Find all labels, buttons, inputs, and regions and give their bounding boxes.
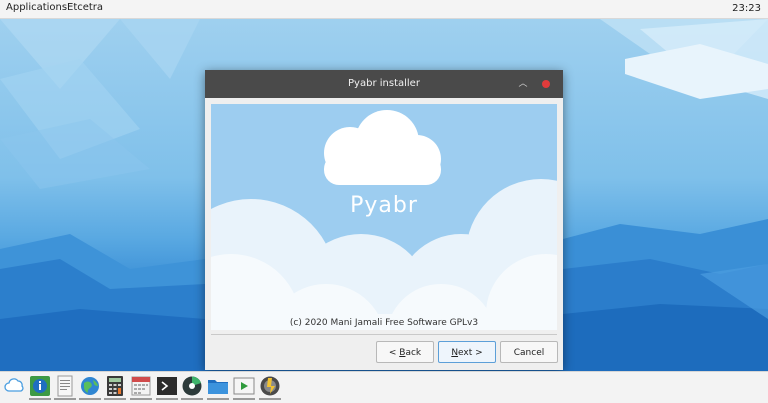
calculator-icon[interactable] xyxy=(104,375,126,400)
info-icon[interactable] xyxy=(29,375,51,400)
back-button[interactable]: < Back xyxy=(376,341,434,363)
terminal-icon[interactable] xyxy=(156,375,178,400)
cloud-logo-icon xyxy=(324,110,441,185)
button-divider xyxy=(211,334,557,335)
next-button[interactable]: Next > xyxy=(438,341,496,363)
copyright-text: (c) 2020 Mani Jamali Free Software GPLv3 xyxy=(289,318,479,328)
browser-globe-icon[interactable] xyxy=(79,375,101,400)
file-manager-icon[interactable] xyxy=(207,375,229,400)
window-titlebar[interactable]: Pyabr installer ︿ xyxy=(205,70,563,98)
installer-icon[interactable] xyxy=(259,375,281,400)
text-editor-icon[interactable] xyxy=(54,375,76,400)
calendar-icon[interactable] xyxy=(130,375,152,400)
cloud-icon[interactable] xyxy=(4,375,26,397)
close-icon[interactable] xyxy=(542,80,550,88)
window-title: Pyabr installer xyxy=(348,78,420,89)
taskbar xyxy=(0,371,768,403)
minimize-icon[interactable]: ︿ xyxy=(516,77,530,91)
disk-usage-icon[interactable] xyxy=(181,375,203,400)
installer-banner: Pyabr (c) 2020 Mani Jamali Free Software… xyxy=(211,104,557,330)
clock[interactable]: 23:23 xyxy=(732,3,761,14)
top-panel: Applications Etcetra 23:23 xyxy=(0,0,768,19)
back-rest: ack xyxy=(405,348,422,358)
cancel-button[interactable]: Cancel xyxy=(500,341,558,363)
back-prefix: < xyxy=(388,348,400,358)
media-player-icon[interactable] xyxy=(233,375,255,400)
app-name: Pyabr xyxy=(350,193,418,218)
next-rest: ext > xyxy=(458,348,483,358)
applications-menu[interactable]: Applications xyxy=(6,2,67,13)
installer-window: Pyabr installer ︿ Pyabr (c) 2020 Mani Ja… xyxy=(205,70,563,370)
etcetra-menu[interactable]: Etcetra xyxy=(67,2,103,13)
